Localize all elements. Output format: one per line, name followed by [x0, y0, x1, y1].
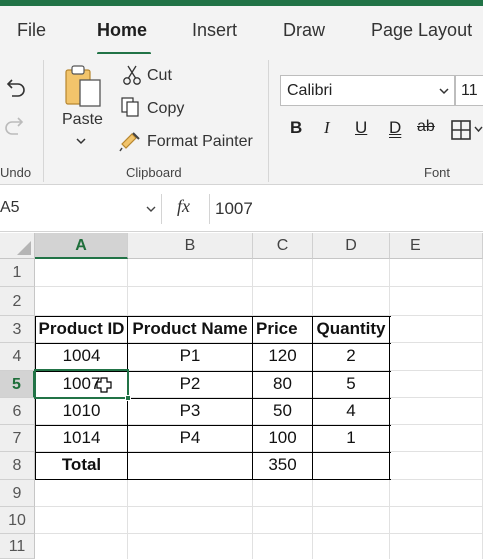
cell-c8-total[interactable]: 350 [253, 455, 312, 475]
cell-b4[interactable]: P1 [128, 346, 252, 366]
cell-a7[interactable]: 1014 [36, 428, 127, 448]
group-separator [43, 60, 44, 182]
name-box-value: A5 [0, 199, 20, 216]
row-header-4[interactable]: 4 [0, 343, 35, 371]
group-separator [268, 60, 269, 182]
borders-icon[interactable] [450, 119, 472, 141]
tab-draw[interactable]: Draw [283, 20, 325, 41]
cell-b5[interactable]: P2 [128, 374, 252, 394]
chevron-down-icon[interactable] [75, 136, 87, 146]
redo-icon[interactable] [3, 116, 27, 138]
formula-bar: A5 fx 1007 [0, 186, 483, 232]
chevron-down-icon[interactable] [146, 205, 156, 213]
table-border [312, 316, 313, 480]
row-header-6[interactable]: 6 [0, 398, 35, 425]
ribbon-tabs: File Home Insert Draw Page Layout [0, 6, 483, 55]
cell-c4[interactable]: 120 [253, 346, 312, 366]
chevron-down-icon[interactable] [438, 86, 450, 96]
cell-c5[interactable]: 80 [253, 374, 312, 394]
cell-d5[interactable]: 5 [313, 374, 389, 394]
font-name-dropdown[interactable]: Calibri [280, 75, 455, 106]
cut-button[interactable]: Cut [147, 67, 172, 85]
cell-a6[interactable]: 1010 [36, 401, 127, 421]
header-product-name[interactable]: Product Name [128, 319, 252, 339]
font-size-value: 11 [461, 82, 478, 99]
font-name-value: Calibri [287, 82, 333, 99]
cell-c6[interactable]: 50 [253, 401, 312, 421]
font-size-dropdown[interactable]: 11 [455, 75, 483, 106]
formula-input[interactable]: 1007 [215, 199, 253, 219]
select-all-triangle-icon [17, 241, 31, 255]
table-border [35, 425, 391, 426]
name-box[interactable]: A5 [0, 194, 162, 224]
paste-button[interactable]: Paste [62, 111, 103, 129]
column-header-b[interactable]: B [128, 233, 253, 259]
gridline [35, 506, 483, 507]
cell-a8-total-label[interactable]: Total [36, 455, 127, 475]
table-border [389, 316, 390, 480]
cell-c7[interactable]: 100 [253, 428, 312, 448]
copy-icon[interactable] [120, 96, 142, 118]
tab-file[interactable]: File [17, 20, 46, 41]
scissors-icon[interactable] [121, 64, 143, 86]
tab-page-layout[interactable]: Page Layout [371, 20, 472, 41]
table-border [35, 316, 391, 317]
cell-d6[interactable]: 4 [313, 401, 389, 421]
table-border [35, 452, 391, 453]
header-price[interactable]: Price [253, 319, 312, 339]
column-header-c[interactable]: C [253, 233, 313, 259]
row-header-2[interactable]: 2 [0, 287, 35, 316]
row-header-5[interactable]: 5 [0, 371, 35, 398]
double-underline-button[interactable]: D [389, 118, 401, 138]
italic-button[interactable]: I [324, 118, 330, 138]
copy-button[interactable]: Copy [147, 100, 184, 118]
clipboard-group-label: Clipboard [126, 165, 182, 180]
undo-icon[interactable] [3, 78, 27, 100]
fx-icon: fx [177, 196, 190, 216]
active-cell-selection [34, 369, 129, 399]
ribbon: Undo Paste Cut Copy Format Painter Clipb… [0, 54, 483, 185]
row-header-1[interactable]: 1 [0, 259, 35, 287]
format-painter-button[interactable]: Format Painter [147, 133, 253, 151]
cell-d4[interactable]: 2 [313, 346, 389, 366]
row-header-11[interactable]: 11 [0, 534, 35, 559]
undo-group-label: Undo [0, 165, 32, 180]
table-border [35, 343, 391, 344]
gridline [35, 286, 483, 287]
table-border [35, 479, 391, 480]
insert-function-button[interactable]: fx [162, 194, 210, 224]
row-header-3[interactable]: 3 [0, 316, 35, 343]
format-painter-icon[interactable] [119, 130, 143, 152]
gridline [35, 533, 483, 534]
column-header-e[interactable]: E [390, 233, 483, 259]
spreadsheet-grid: A B C D E 1 2 3 4 5 6 7 8 9 10 11 Produc… [0, 233, 483, 559]
row-header-10[interactable]: 10 [0, 507, 35, 534]
header-product-id[interactable]: Product ID [36, 319, 127, 339]
tab-home[interactable]: Home [97, 20, 147, 41]
column-header-a[interactable]: A [35, 233, 128, 259]
strikethrough-button[interactable]: ab [417, 118, 435, 136]
fill-handle[interactable] [125, 395, 131, 401]
tab-insert[interactable]: Insert [192, 20, 237, 41]
select-all-corner[interactable] [0, 233, 35, 259]
underline-button[interactable]: U [355, 118, 367, 138]
cell-a4[interactable]: 1004 [36, 346, 127, 366]
font-group-label: Font [424, 165, 451, 180]
row-header-9[interactable]: 9 [0, 480, 35, 507]
row-header-7[interactable]: 7 [0, 425, 35, 452]
cell-b7[interactable]: P4 [128, 428, 252, 448]
header-quantity[interactable]: Quantity [313, 319, 389, 339]
cell-b6[interactable]: P3 [128, 401, 252, 421]
chevron-down-icon[interactable] [474, 124, 483, 134]
bold-button[interactable]: B [290, 118, 302, 138]
column-header-d[interactable]: D [313, 233, 390, 259]
cell-d7[interactable]: 1 [313, 428, 389, 448]
paste-icon[interactable] [62, 64, 104, 108]
cell-cursor-icon [96, 377, 112, 393]
row-header-8[interactable]: 8 [0, 452, 35, 480]
